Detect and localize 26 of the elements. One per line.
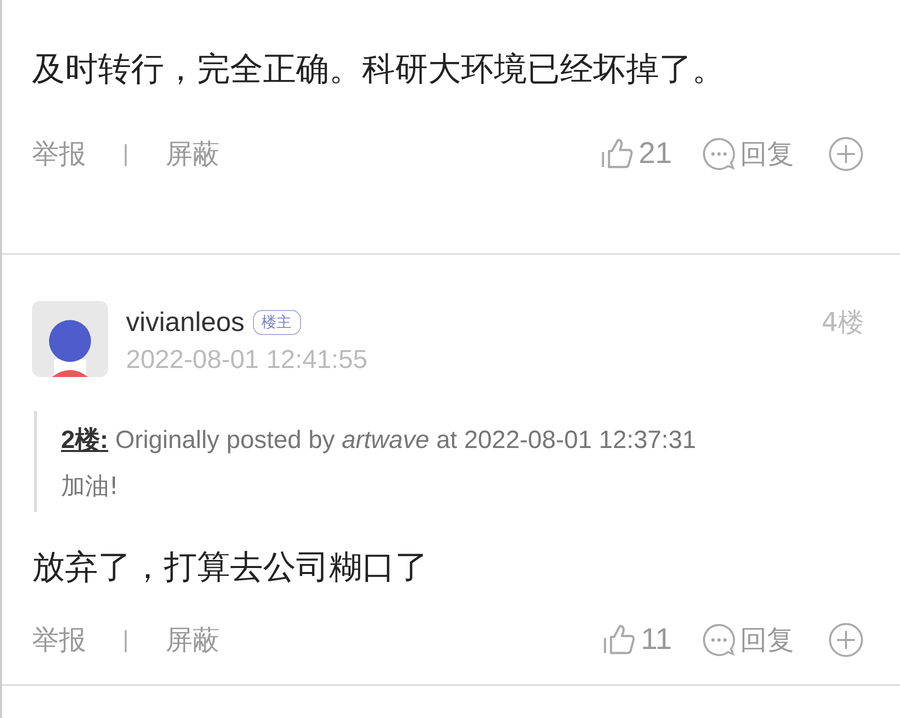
avatar[interactable] [32, 301, 108, 377]
post-text: 及时转行，完全正确。科研大环境已经坏掉了。 [32, 48, 726, 90]
add-icon[interactable] [828, 622, 864, 658]
separator: | [122, 142, 130, 166]
block-link[interactable]: 屏蔽 [165, 136, 220, 172]
post-text: 放弃了，打算去公司糊口了 [32, 546, 429, 588]
reply-button[interactable]: 回复 [740, 136, 794, 172]
quote-header: 2楼: Originally posted by artwave at 2022-08-01 12:37:31 [61, 425, 698, 456]
quote-link[interactable]: 2楼: [61, 426, 108, 454]
author-badge: 楼主 [252, 310, 301, 335]
add-icon[interactable] [828, 136, 864, 172]
thumbs-up-icon[interactable] [602, 623, 637, 657]
separator: | [122, 628, 130, 652]
like-count: 21 [638, 137, 672, 171]
post-time: 2022-08-01 12:41:55 [126, 344, 368, 375]
block-link[interactable]: 屏蔽 [165, 622, 220, 658]
thumbs-up-icon[interactable] [600, 137, 635, 171]
floor-number: 4楼 [821, 307, 864, 340]
comment-icon[interactable] [702, 623, 736, 657]
reply-button[interactable]: 回复 [740, 622, 794, 658]
quote-text: 加油! [61, 471, 120, 502]
report-link[interactable]: 举报 [32, 622, 86, 658]
report-link[interactable]: 举报 [32, 136, 86, 172]
comment-icon[interactable] [702, 137, 736, 171]
like-count: 11 [640, 623, 672, 657]
username[interactable]: vivianleos [126, 307, 245, 338]
